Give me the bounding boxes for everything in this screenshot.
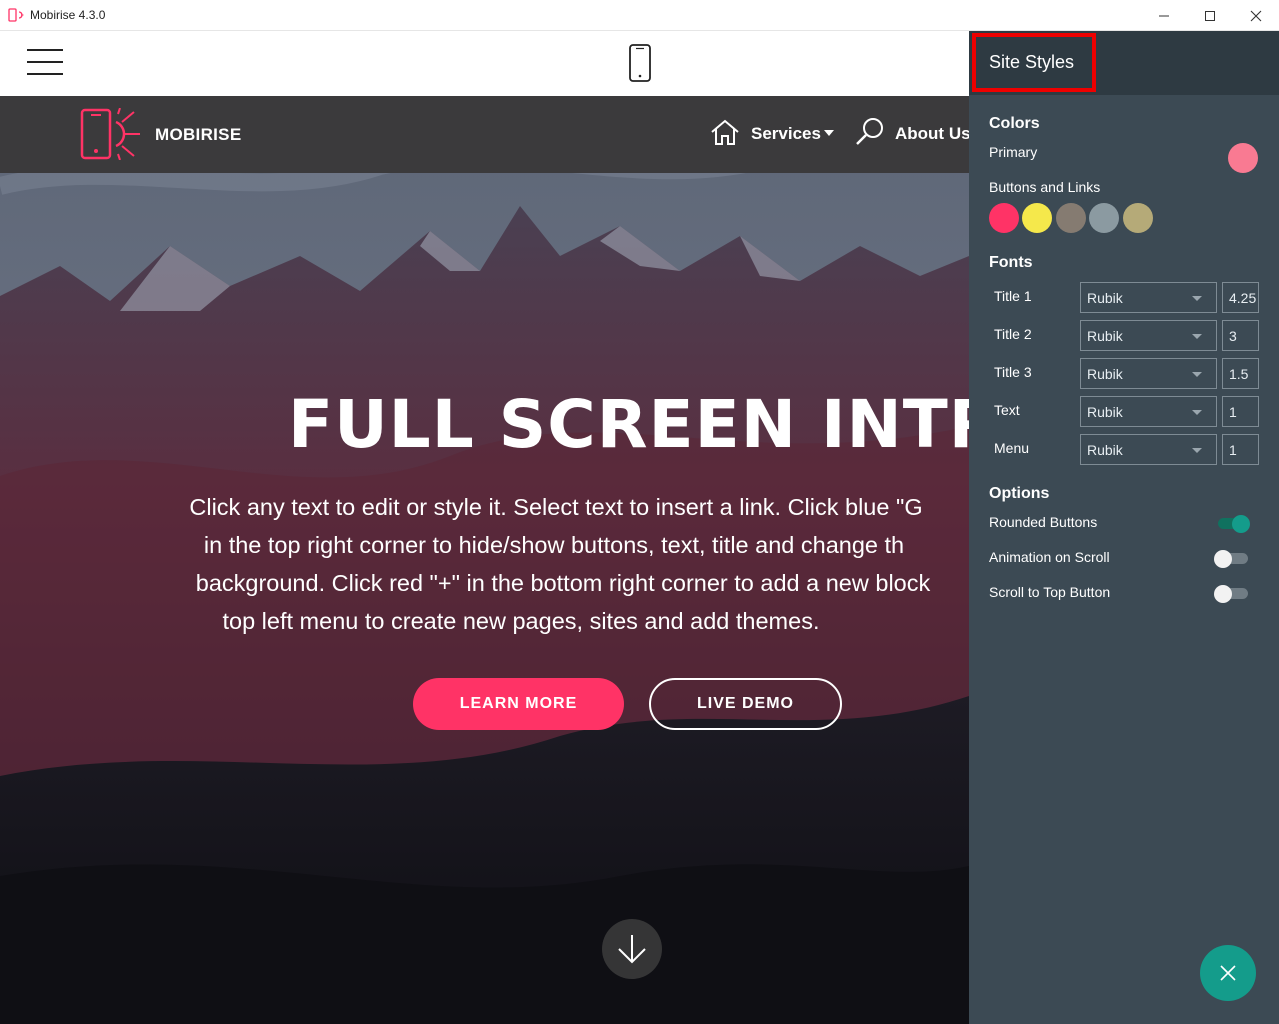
hero-paragraph[interactable]: Click any text to edit or style it. Sele…	[150, 488, 969, 640]
font-family-select[interactable]: Rubik	[1080, 358, 1217, 389]
hero-title[interactable]: FULL SCREEN INTRO	[288, 386, 969, 463]
font-size-input[interactable]: 4.25	[1222, 282, 1259, 313]
font-family-value: Rubik	[1087, 290, 1123, 306]
font-size-value: 1	[1229, 404, 1237, 420]
rounded-buttons-toggle[interactable]	[1214, 515, 1250, 533]
hero-text-line: background. Click red "+" in the bottom …	[195, 570, 931, 596]
hero-text-line: top left menu to create new pages, sites…	[222, 608, 820, 634]
close-icon	[1250, 10, 1262, 21]
panel-header: Site Styles	[969, 31, 1279, 95]
option-label-scroll-to-top: Scroll to Top Button	[989, 584, 1111, 600]
nav-link-services[interactable]: Services	[751, 124, 821, 144]
fonts-heading: Fonts	[989, 254, 1033, 271]
font-row-label: Text	[994, 402, 1020, 418]
font-size-value: 1.5	[1229, 366, 1249, 382]
font-row-label: Title 1	[994, 288, 1032, 304]
close-panel-button[interactable]	[1200, 945, 1256, 1001]
font-family-select[interactable]: Rubik	[1080, 282, 1217, 313]
scroll-down-button[interactable]	[602, 919, 662, 979]
font-family-select[interactable]: Rubik	[1080, 320, 1217, 351]
font-row-label: Menu	[994, 440, 1030, 456]
font-family-value: Rubik	[1087, 442, 1123, 458]
font-size-input[interactable]: 1.5	[1222, 358, 1259, 389]
font-family-select[interactable]: Rubik	[1080, 434, 1217, 465]
primary-color-label: Primary	[989, 144, 1038, 160]
arrow-down-icon	[618, 935, 646, 964]
home-icon[interactable]	[709, 118, 741, 146]
animation-on-scroll-toggle[interactable]	[1214, 550, 1250, 568]
chevron-down-icon[interactable]	[824, 130, 834, 136]
color-swatch[interactable]	[1056, 203, 1086, 233]
font-row-label: Title 3	[994, 364, 1032, 380]
color-swatch[interactable]	[989, 203, 1019, 233]
close-icon	[1220, 965, 1236, 981]
colors-heading: Colors	[989, 115, 1040, 132]
dropdown-arrow-icon	[1192, 372, 1202, 377]
panel-title: Site Styles	[989, 52, 1075, 72]
dropdown-arrow-icon	[1192, 410, 1202, 415]
font-size-input[interactable]: 1	[1222, 396, 1259, 427]
color-swatch[interactable]	[1022, 203, 1052, 233]
option-label-rounded-buttons: Rounded Buttons	[989, 514, 1098, 530]
scroll-to-top-toggle[interactable]	[1214, 585, 1250, 603]
font-family-value: Rubik	[1087, 404, 1123, 420]
primary-color-swatch[interactable]	[1228, 143, 1258, 173]
font-size-input[interactable]: 1	[1222, 434, 1259, 465]
font-row-label: Title 2	[994, 326, 1032, 342]
font-size-input[interactable]: 3	[1222, 320, 1259, 351]
minimize-button[interactable]	[1141, 0, 1187, 31]
mobirise-logo-icon[interactable]	[80, 108, 142, 160]
buttons-links-label: Buttons and Links	[989, 179, 1101, 195]
nav-link-about-us[interactable]: About Us	[895, 124, 969, 144]
live-demo-button[interactable]: LIVE DEMO	[649, 678, 842, 730]
color-swatch[interactable]	[1089, 203, 1119, 233]
page-preview: MOBIRISE Services About Us FULL SCREEN I…	[0, 96, 969, 1024]
font-size-value: 4.25	[1229, 290, 1257, 306]
font-family-value: Rubik	[1087, 366, 1123, 382]
editor-toolbar	[0, 31, 969, 96]
font-family-value: Rubik	[1087, 328, 1123, 344]
learn-more-button[interactable]: LEARN MORE	[413, 678, 624, 730]
dropdown-arrow-icon	[1192, 296, 1202, 301]
hamburger-menu-button[interactable]	[27, 49, 63, 77]
font-family-select[interactable]: Rubik	[1080, 396, 1217, 427]
font-size-value: 1	[1229, 442, 1237, 458]
mobile-phone-icon[interactable]	[628, 44, 652, 82]
options-heading: Options	[989, 485, 1050, 502]
option-label-animation-on-scroll: Animation on Scroll	[989, 549, 1110, 565]
window-title-bar: Mobirise 4.3.0	[0, 0, 1279, 31]
dropdown-arrow-icon	[1192, 448, 1202, 453]
maximize-icon	[1205, 10, 1215, 21]
search-icon[interactable]	[855, 116, 885, 146]
window-title: Mobirise 4.3.0	[30, 8, 106, 22]
close-window-button[interactable]	[1233, 0, 1279, 31]
color-swatch[interactable]	[1123, 203, 1153, 233]
font-size-value: 3	[1229, 328, 1237, 344]
dropdown-arrow-icon	[1192, 334, 1202, 339]
hero-text-line: Click any text to edit or style it. Sele…	[189, 494, 923, 520]
site-styles-panel: Site Styles Colors Primary Buttons and L…	[969, 31, 1279, 1024]
mobirise-app-icon	[8, 8, 24, 22]
minimize-icon	[1159, 15, 1169, 16]
hero-text-line: in the top right corner to hide/show but…	[203, 532, 905, 558]
site-navbar: MOBIRISE Services About Us	[0, 96, 969, 173]
site-brand-name[interactable]: MOBIRISE	[155, 125, 241, 145]
maximize-button[interactable]	[1187, 0, 1233, 31]
